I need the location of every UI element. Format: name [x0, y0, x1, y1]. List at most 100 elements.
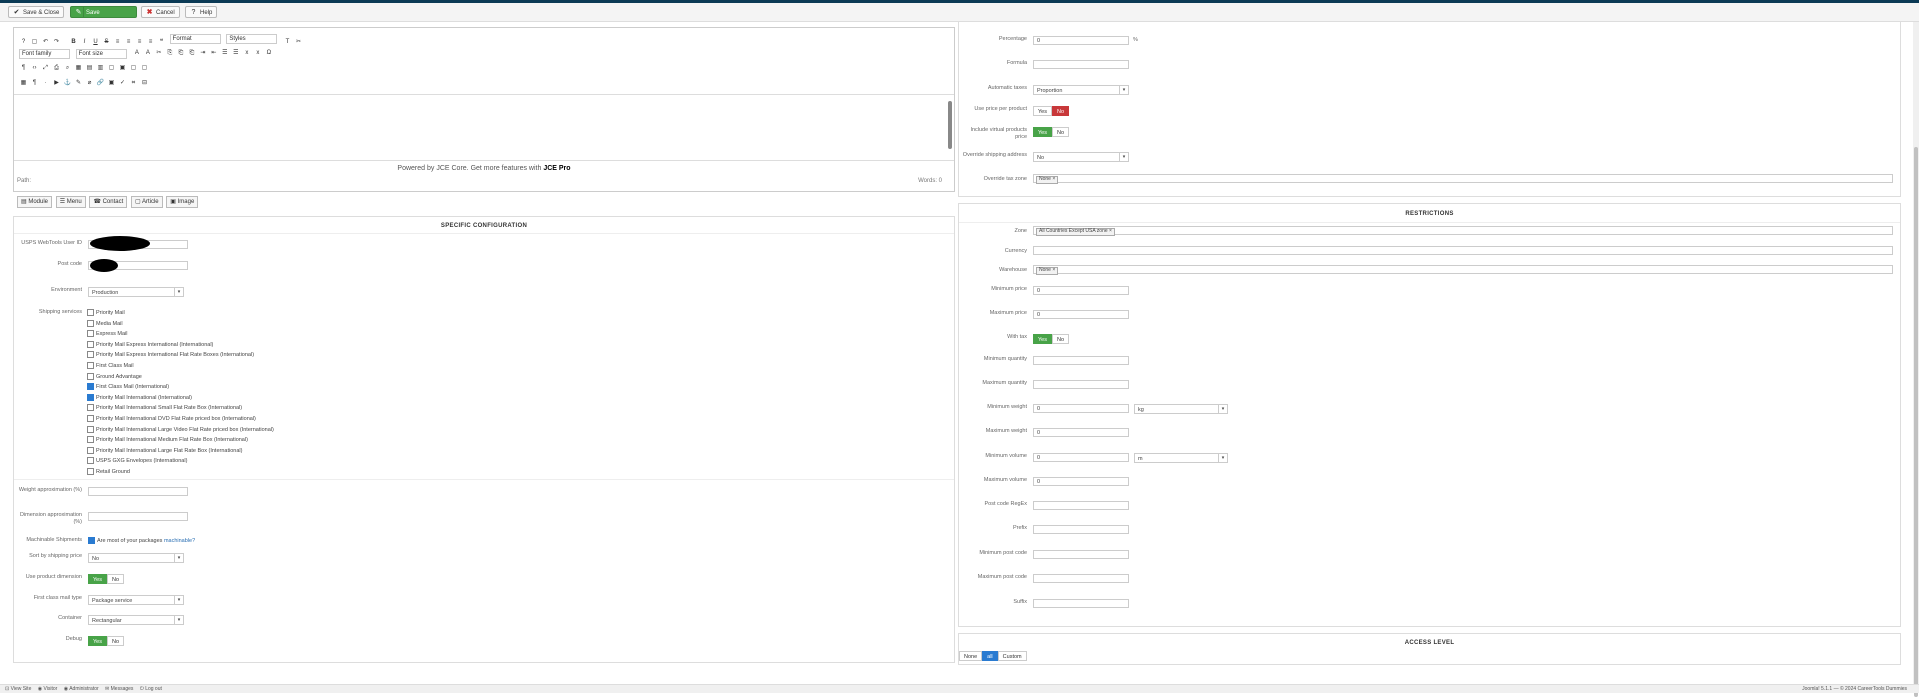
page-scrollbar[interactable] [1913, 22, 1919, 697]
use-dim-no[interactable]: No [106, 574, 125, 584]
use-dim-toggle[interactable]: Yes No [88, 574, 125, 584]
with-tax-yes[interactable]: Yes [1033, 334, 1052, 344]
anchor-icon[interactable]: ⚓ [63, 79, 72, 88]
zone-field[interactable]: All Countries Except USA zone × [1033, 226, 1893, 236]
bullet-list-icon[interactable]: ☰ [231, 49, 240, 58]
fullscreen-icon[interactable]: ⤢ [41, 64, 50, 73]
override-tax-zone-chip[interactable]: None × [1036, 176, 1059, 184]
format-select[interactable]: Format [169, 34, 221, 44]
unlink-icon[interactable]: ⌀ [85, 79, 94, 88]
strike-icon[interactable]: S [102, 38, 111, 47]
nonbreak-icon[interactable]: · [41, 79, 50, 88]
align-center-icon[interactable]: ≡ [124, 38, 133, 47]
font-size-select[interactable]: Font size [75, 49, 127, 59]
char-map-icon[interactable]: Ω [264, 49, 273, 58]
access-none-button[interactable]: None [959, 651, 983, 661]
module-button[interactable]: ▤ Module [17, 196, 53, 208]
code-icon[interactable]: ⌗ [129, 79, 138, 88]
weight-approx-input[interactable] [88, 487, 188, 496]
table-merge-icon[interactable]: ▣ [118, 64, 127, 73]
include-virtual-toggle[interactable]: Yes No [1033, 127, 1070, 137]
editor-content-area[interactable] [14, 94, 954, 161]
use-dim-yes[interactable]: Yes [88, 574, 107, 584]
shipping-service-checkbox[interactable]: Priority Mail [87, 309, 125, 316]
italic-icon[interactable]: I [80, 38, 89, 47]
article-button[interactable]: ▢ Article [130, 196, 163, 208]
clear-format-icon[interactable]: T [283, 38, 292, 47]
debug-yes[interactable]: Yes [88, 636, 107, 646]
min-post-code-input[interactable] [1033, 550, 1129, 559]
first-class-select[interactable]: Package service ▾ [88, 595, 184, 605]
price-per-product-no[interactable]: No [1051, 106, 1070, 116]
shipping-service-checkbox[interactable]: Retail Ground [87, 468, 130, 475]
save-close-button[interactable]: ✔ Save & Close [8, 6, 65, 18]
shipping-service-checkbox[interactable]: Media Mail [87, 319, 123, 327]
styles-select[interactable]: Styles [226, 34, 278, 44]
suffix-input[interactable] [1033, 599, 1129, 608]
debug-toggle[interactable]: Yes No [88, 636, 125, 646]
access-custom-button[interactable]: Custom [997, 651, 1027, 661]
max-volume-input[interactable]: 0 [1033, 477, 1129, 486]
readmore-icon[interactable]: ⊟ [140, 79, 149, 88]
shipping-service-checkbox[interactable]: First Class Mail (International) [87, 383, 169, 391]
max-weight-input[interactable]: 0 [1033, 428, 1129, 437]
link-icon[interactable]: 🔗 [96, 79, 105, 88]
warehouse-field[interactable]: None × [1033, 265, 1893, 275]
image-icon[interactable]: ▣ [107, 79, 116, 88]
shipping-service-checkbox[interactable]: Priority Mail International DVD Flat Rat… [87, 415, 256, 422]
override-shipping-select[interactable]: No ▾ [1033, 152, 1129, 162]
align-left-icon[interactable]: ≡ [113, 38, 122, 47]
paste-icon[interactable]: ⎗ [176, 49, 185, 58]
source-icon[interactable]: ‹› [30, 64, 39, 73]
bold-icon[interactable]: B [69, 38, 78, 47]
with-tax-no[interactable]: No [1051, 334, 1070, 344]
table-cell-icon[interactable]: ▢ [107, 64, 116, 73]
shipping-service-checkbox[interactable]: USPS GXG Envelopes (International) [87, 457, 187, 465]
menu-button[interactable]: ☰ Menu [55, 196, 86, 208]
underline-icon[interactable]: U [91, 38, 100, 47]
min-price-input[interactable]: 0 [1033, 286, 1129, 295]
percentage-input[interactable]: 0 [1033, 36, 1129, 45]
paste-text-icon[interactable]: ⎗ [187, 49, 196, 58]
save-button[interactable]: ✎ Save [70, 6, 137, 18]
table-delete-icon[interactable]: ▢ [140, 64, 149, 73]
price-per-product-toggle[interactable]: Yes No [1033, 106, 1070, 116]
shipping-service-checkbox[interactable]: Priority Mail International Small Flat R… [87, 404, 242, 412]
visual-aid-icon[interactable]: ▦ [19, 79, 28, 88]
print-icon[interactable]: ⎙ [52, 64, 61, 73]
machinable-link[interactable]: machinable? [164, 538, 195, 544]
shipping-service-checkbox[interactable]: First Class Mail [87, 362, 134, 369]
include-virtual-yes[interactable]: Yes [1033, 127, 1052, 137]
page-scroll-thumb[interactable] [1914, 147, 1918, 697]
spell-icon[interactable]: ✓ [118, 79, 127, 88]
shipping-service-checkbox[interactable]: Priority Mail Express International Flat… [87, 351, 254, 359]
sort-select[interactable]: No ▾ [88, 553, 184, 563]
shipping-service-checkbox[interactable]: Priority Mail International (Internation… [87, 393, 192, 401]
debug-no[interactable]: No [106, 636, 125, 646]
warehouse-chip[interactable]: None × [1036, 267, 1059, 275]
search-icon[interactable]: ⌕ [63, 64, 72, 73]
text-color-icon[interactable]: A [132, 49, 141, 58]
cleanup-icon[interactable]: ✂ [294, 38, 303, 47]
cancel-button[interactable]: ✖ Cancel [141, 6, 180, 18]
justify-icon[interactable]: ≡ [146, 38, 155, 47]
cut-icon[interactable]: ✂ [154, 49, 163, 58]
font-family-select[interactable]: Font family [19, 49, 70, 59]
min-volume-input[interactable]: 0 [1033, 453, 1129, 462]
shipping-service-checkbox[interactable]: Priority Mail International Medium Flat … [87, 436, 248, 444]
max-price-input[interactable]: 0 [1033, 310, 1129, 319]
volume-unit-select[interactable]: m ▾ [1134, 453, 1228, 463]
contact-button[interactable]: ☎ Contact [89, 196, 128, 208]
jce-pro-link[interactable]: JCE Pro [543, 165, 570, 172]
include-virtual-no[interactable]: No [1051, 127, 1070, 137]
currency-field[interactable] [1033, 246, 1893, 255]
with-tax-toggle[interactable]: Yes No [1033, 334, 1070, 344]
subscript-icon[interactable]: x [242, 49, 251, 58]
table-col-icon[interactable]: ▥ [96, 64, 105, 73]
prefix-input[interactable] [1033, 525, 1129, 534]
redo-icon[interactable]: ↷ [52, 38, 61, 47]
media-icon[interactable]: ▶ [52, 79, 61, 88]
shipping-service-checkbox[interactable]: Ground Advantage [87, 372, 142, 380]
blocks-icon[interactable]: ¶ [19, 64, 28, 73]
help-button[interactable]: ? Help [185, 6, 218, 18]
